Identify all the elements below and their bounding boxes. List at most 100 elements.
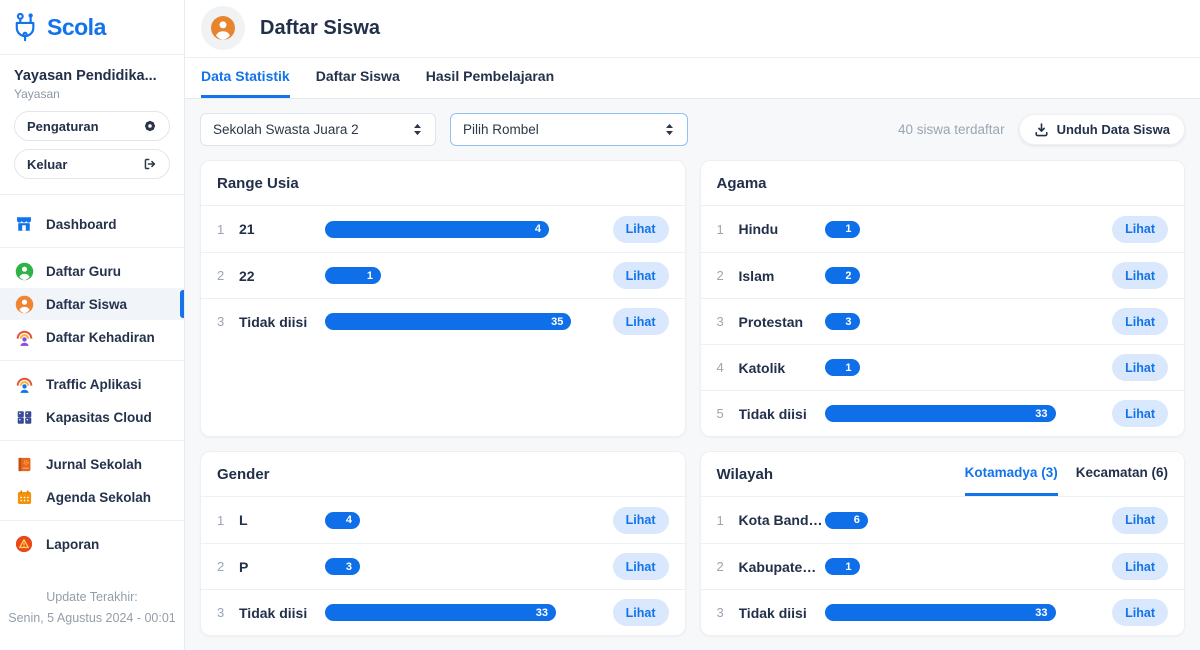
- lihat-button[interactable]: Lihat: [1112, 354, 1168, 381]
- row-index: 2: [217, 268, 233, 283]
- value-bar: 3: [825, 313, 860, 330]
- sidebar-item-traffic-aplikasi[interactable]: Traffic Aplikasi: [0, 368, 184, 400]
- sidebar-item-kapasitas-cloud[interactable]: Kapasitas Cloud: [0, 401, 184, 433]
- logout-icon: [143, 157, 157, 171]
- lihat-button[interactable]: Lihat: [613, 216, 669, 243]
- value-bar: 6: [825, 512, 868, 529]
- row-label: L: [239, 512, 325, 528]
- table-row: 2Islam2Lihat: [701, 252, 1185, 298]
- org-block: Yayasan Pendidika... Yayasan: [0, 55, 184, 111]
- page-header: Daftar Siswa: [185, 0, 1200, 58]
- sidebar-item-label: Daftar Siswa: [46, 297, 127, 312]
- sidebar-item-label: Kapasitas Cloud: [46, 410, 152, 425]
- bar-value: 6: [854, 514, 860, 526]
- card-range-usia: Range Usia1214Lihat2221Lihat3Tidak diisi…: [200, 160, 686, 437]
- bar-track: 1: [825, 359, 1105, 376]
- sidebar-item-label: Daftar Kehadiran: [46, 330, 155, 345]
- divider: [0, 520, 184, 521]
- bar-value: 3: [346, 561, 352, 573]
- lihat-button[interactable]: Lihat: [1112, 262, 1168, 289]
- logout-button[interactable]: Keluar: [14, 149, 170, 179]
- table-row: 3Tidak diisi33Lihat: [701, 589, 1185, 635]
- wilayah-tab-kecamatan-6[interactable]: Kecamatan (6): [1076, 452, 1168, 496]
- last-update-value: Senin, 5 Agustus 2024 - 00:01: [8, 608, 176, 629]
- school-select[interactable]: Sekolah Swasta Juara 2: [200, 113, 436, 146]
- bar-track: 4: [325, 221, 605, 238]
- settings-button[interactable]: Pengaturan: [14, 111, 170, 141]
- row-index: 3: [717, 605, 733, 620]
- sidebar-item-label: Traffic Aplikasi: [46, 377, 142, 392]
- card-wilayah: WilayahKotamadya (3)Kecamatan (6)1Kota B…: [700, 451, 1186, 636]
- tab-data-statistik[interactable]: Data Statistik: [201, 58, 290, 98]
- student-icon: [14, 295, 34, 314]
- row-index: 2: [217, 559, 233, 574]
- sidebar-item-laporan[interactable]: Laporan: [0, 528, 184, 560]
- table-row: 2221Lihat: [201, 252, 685, 298]
- tab-daftar-siswa[interactable]: Daftar Siswa: [316, 58, 400, 98]
- attendance-icon: [14, 328, 34, 347]
- filter-bar: Sekolah Swasta Juara 2 Pilih Rombel 40 s…: [200, 113, 1185, 146]
- sidebar-item-daftar-guru[interactable]: Daftar Guru: [0, 255, 184, 287]
- card-title-range-usia: Range Usia: [217, 175, 299, 192]
- lihat-button[interactable]: Lihat: [1112, 553, 1168, 580]
- lihat-button[interactable]: Lihat: [613, 262, 669, 289]
- bar-value: 35: [551, 316, 563, 328]
- value-bar: 4: [325, 221, 549, 238]
- row-index: 1: [217, 222, 233, 237]
- lihat-button[interactable]: Lihat: [613, 553, 669, 580]
- sidebar-item-jurnal-sekolah[interactable]: Jurnal Sekolah: [0, 448, 184, 480]
- card-title-gender: Gender: [217, 466, 270, 483]
- card-header-agama: Agama: [701, 161, 1185, 206]
- bar-track: 1: [825, 221, 1105, 238]
- row-index: 1: [717, 513, 733, 528]
- dashboard-icon: [14, 215, 34, 233]
- bar-track: 1: [825, 558, 1105, 575]
- tab-hasil-pembelajaran[interactable]: Hasil Pembelajaran: [426, 58, 554, 98]
- lihat-button[interactable]: Lihat: [613, 308, 669, 335]
- wilayah-tab-kotamadya-3[interactable]: Kotamadya (3): [965, 452, 1058, 496]
- rombel-select[interactable]: Pilih Rombel: [450, 113, 688, 146]
- card-header-wilayah: Wilayah Kotamadya (3) Kecamatan (6): [701, 452, 1185, 497]
- sidebar-item-daftar-siswa[interactable]: Daftar Siswa: [0, 288, 184, 320]
- lihat-button[interactable]: Lihat: [1112, 216, 1168, 243]
- page-tabs: Data Statistik Daftar Siswa Hasil Pembelaj…: [185, 58, 1200, 99]
- lihat-button[interactable]: Lihat: [613, 599, 669, 626]
- bar-value: 1: [845, 561, 851, 573]
- sidebar-item-daftar-kehadiran[interactable]: Daftar Kehadiran: [0, 321, 184, 353]
- app-window: Scola Yayasan Pendidika... Yayasan Penga…: [0, 0, 1200, 650]
- bar-value: 4: [535, 223, 541, 235]
- bar-track: 2: [825, 267, 1105, 284]
- main-area: Daftar Siswa Data StatistikDaftar SiswaH…: [185, 0, 1200, 650]
- row-label: Protestan: [739, 314, 825, 330]
- row-label: 21: [239, 221, 325, 237]
- sidebar-item-agenda-sekolah[interactable]: Agenda Sekolah: [0, 481, 184, 513]
- user-avatar-icon: [210, 15, 236, 41]
- bar-value: 2: [845, 270, 851, 282]
- avatar: [201, 6, 245, 50]
- card-title-wilayah: Wilayah: [717, 466, 774, 483]
- bar-track: 33: [325, 604, 605, 621]
- bar-value: 4: [346, 514, 352, 526]
- card-gender: Gender1L4Lihat2P3Lihat3Tidak diisi33Liha…: [200, 451, 686, 636]
- bar-track: 35: [325, 313, 605, 330]
- value-bar: 35: [325, 313, 571, 330]
- lihat-button[interactable]: Lihat: [613, 507, 669, 534]
- table-row: 2P3Lihat: [201, 543, 685, 589]
- bar-value: 33: [1035, 607, 1047, 619]
- table-row: 1Hindu1Lihat: [701, 206, 1185, 252]
- registered-count: 40 siswa terdaftar: [898, 122, 1005, 137]
- sidebar-item-dashboard[interactable]: Dashboard: [0, 208, 184, 240]
- lihat-button[interactable]: Lihat: [1112, 599, 1168, 626]
- value-bar: 1: [825, 558, 860, 575]
- row-index: 1: [217, 513, 233, 528]
- lihat-button[interactable]: Lihat: [1112, 507, 1168, 534]
- download-button-label: Unduh Data Siswa: [1057, 122, 1170, 137]
- table-row: 1Kota Bandung6Lihat: [701, 497, 1185, 543]
- bar-track: 6: [825, 512, 1105, 529]
- stat-cards-grid: Range Usia1214Lihat2221Lihat3Tidak diisi…: [200, 160, 1185, 636]
- lihat-button[interactable]: Lihat: [1112, 400, 1168, 427]
- row-label: Kabupaten ...: [739, 559, 825, 575]
- lihat-button[interactable]: Lihat: [1112, 308, 1168, 335]
- sidebar-item-label: Daftar Guru: [46, 264, 121, 279]
- download-button[interactable]: Unduh Data Siswa: [1019, 114, 1185, 145]
